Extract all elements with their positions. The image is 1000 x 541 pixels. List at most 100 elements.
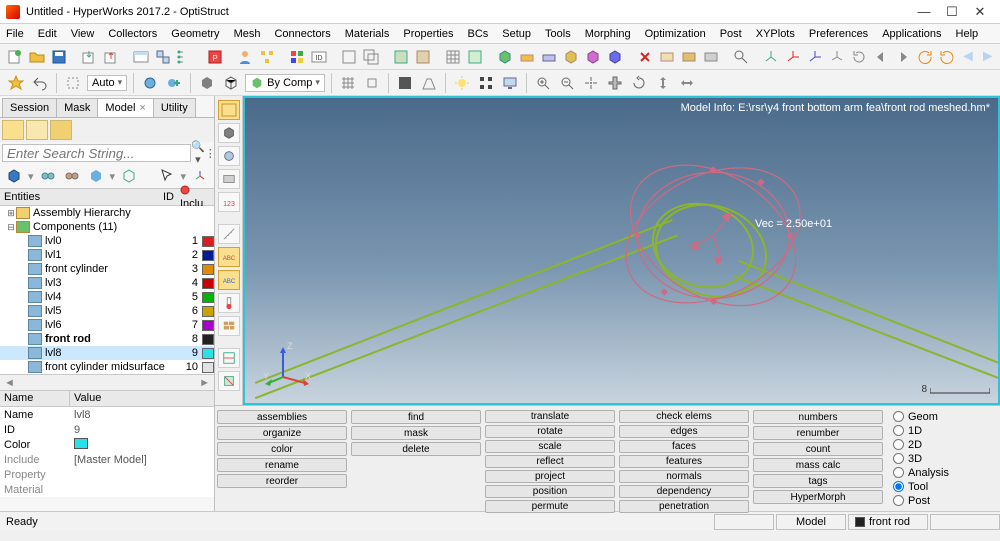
tree-row[interactable]: lvl45 — [0, 290, 214, 304]
cmd-project[interactable]: project — [485, 470, 615, 483]
vtool-section-icon[interactable] — [218, 348, 240, 368]
mesh-disp-icon[interactable] — [338, 73, 358, 93]
id-icon[interactable]: ID — [310, 47, 328, 67]
prop-row[interactable]: Color — [0, 437, 214, 452]
tree-row[interactable]: lvl67 — [0, 318, 214, 332]
view-left-icon[interactable] — [872, 47, 890, 67]
radio-2d[interactable]: 2D — [893, 438, 949, 451]
tree-row[interactable]: lvl12 — [0, 248, 214, 262]
save-icon[interactable] — [50, 47, 68, 67]
grid-icon[interactable] — [476, 73, 496, 93]
shrink-icon[interactable] — [362, 73, 382, 93]
fav-icon[interactable] — [6, 73, 26, 93]
tree-row[interactable]: lvl34 — [0, 276, 214, 290]
vtool-clip-icon[interactable] — [218, 169, 240, 189]
tree-row[interactable]: lvl89 — [0, 346, 214, 360]
cmd-mass-calc[interactable]: mass calc — [753, 458, 883, 472]
tree-components[interactable]: ⊟Components (11) — [0, 220, 214, 234]
cmd-rename[interactable]: rename — [217, 458, 347, 472]
minimize-button[interactable]: — — [910, 3, 938, 21]
menu-morphing[interactable]: Morphing — [583, 27, 633, 41]
menu-bcs[interactable]: BCs — [466, 27, 491, 41]
fit-icon[interactable] — [533, 73, 553, 93]
filter-wire-icon[interactable] — [119, 166, 139, 186]
cmd-count[interactable]: count — [753, 442, 883, 456]
cmd-penetration[interactable]: penetration — [619, 500, 749, 513]
cursor-icon[interactable] — [156, 166, 176, 186]
export-icon[interactable] — [102, 47, 120, 67]
menu-file[interactable]: File — [4, 27, 26, 41]
cmd-color[interactable]: color — [217, 442, 347, 456]
ppt-icon[interactable]: P — [206, 47, 224, 67]
axis-yz-icon[interactable] — [784, 47, 802, 67]
cmd-numbers[interactable]: numbers — [753, 410, 883, 424]
color-mode-dropdown[interactable]: By Comp — [245, 74, 325, 92]
viewport[interactable]: Model Info: E:\rsr\y4 front bottom arm f… — [243, 96, 1000, 405]
radio-geom[interactable]: Geom — [893, 410, 949, 423]
cmd-permute[interactable]: permute — [485, 500, 615, 513]
vtool-123-icon[interactable]: 123 — [218, 192, 240, 212]
cmd-tags[interactable]: tags — [753, 474, 883, 488]
layer1-icon[interactable] — [340, 47, 358, 67]
zoomout-icon[interactable] — [557, 73, 577, 93]
menu-properties[interactable]: Properties — [401, 27, 455, 41]
tab-model[interactable]: Model× — [97, 98, 153, 117]
vtool-cube-icon[interactable] — [218, 123, 240, 143]
xyz-icon[interactable] — [190, 166, 210, 186]
cmd-rotate[interactable]: rotate — [485, 425, 615, 438]
filter-show-icon[interactable] — [38, 166, 58, 186]
filter-iso-icon[interactable] — [86, 166, 106, 186]
menu-connectors[interactable]: Connectors — [272, 27, 332, 41]
cmd-scale[interactable]: scale — [485, 440, 615, 453]
tree-row[interactable]: lvl56 — [0, 304, 214, 318]
perspec-icon[interactable] — [419, 73, 439, 93]
cmd-features[interactable]: features — [619, 455, 749, 468]
rot-right-icon[interactable] — [938, 47, 956, 67]
comp-icon[interactable] — [496, 47, 514, 67]
user-icon[interactable] — [236, 47, 254, 67]
cmd-renumber[interactable]: renumber — [753, 426, 883, 440]
org-icon[interactable] — [258, 47, 276, 67]
cmd-dependency[interactable]: dependency — [619, 485, 749, 498]
mesh-icon[interactable] — [444, 47, 462, 67]
prop-row[interactable]: Include[Master Model] — [0, 452, 214, 467]
menu-tools[interactable]: Tools — [543, 27, 573, 41]
menu-edit[interactable]: Edit — [36, 27, 59, 41]
sel-mode-dropdown[interactable]: Auto — [87, 75, 127, 91]
cmd-normals[interactable]: normals — [619, 470, 749, 483]
cmd-find[interactable]: find — [351, 410, 481, 424]
vtool-slice-icon[interactable] — [218, 371, 240, 391]
cmd-translate[interactable]: translate — [485, 410, 615, 423]
radio-post[interactable]: Post — [893, 494, 949, 507]
radio-3d[interactable]: 3D — [893, 452, 949, 465]
comp4-icon[interactable] — [562, 47, 580, 67]
prop-icon[interactable] — [392, 47, 410, 67]
vtool-measure-icon[interactable] — [218, 224, 240, 244]
move-h-icon[interactable] — [677, 73, 697, 93]
menu-mesh[interactable]: Mesh — [232, 27, 263, 41]
vtool-abc1-icon[interactable]: ABC — [218, 247, 240, 267]
menu-xyplots[interactable]: XYPlots — [754, 27, 797, 41]
search-input[interactable] — [2, 144, 191, 162]
menu-preferences[interactable]: Preferences — [807, 27, 870, 41]
filter-hide-icon[interactable] — [62, 166, 82, 186]
card-icon[interactable] — [658, 47, 676, 67]
cmd-organize[interactable]: organize — [217, 426, 347, 440]
menu-collectors[interactable]: Collectors — [106, 27, 159, 41]
sel-icon[interactable] — [63, 73, 83, 93]
move-v-icon[interactable] — [653, 73, 673, 93]
comp3-icon[interactable] — [540, 47, 558, 67]
axis-rev-icon[interactable] — [850, 47, 868, 67]
browser-tool-1[interactable] — [2, 120, 24, 140]
axis-iso-icon[interactable] — [828, 47, 846, 67]
zoom-icon[interactable] — [732, 47, 750, 67]
vtool-model-icon[interactable] — [218, 100, 240, 120]
tree-assembly[interactable]: ⊞Assembly Hierarchy — [0, 206, 214, 220]
open-icon[interactable] — [28, 47, 46, 67]
cmd-faces[interactable]: faces — [619, 440, 749, 453]
tree-row[interactable]: lvl01 — [0, 234, 214, 248]
filter-cube-icon[interactable] — [4, 166, 24, 186]
axis-xz-icon[interactable] — [806, 47, 824, 67]
menu-help[interactable]: Help — [954, 27, 981, 41]
import-icon[interactable] — [80, 47, 98, 67]
